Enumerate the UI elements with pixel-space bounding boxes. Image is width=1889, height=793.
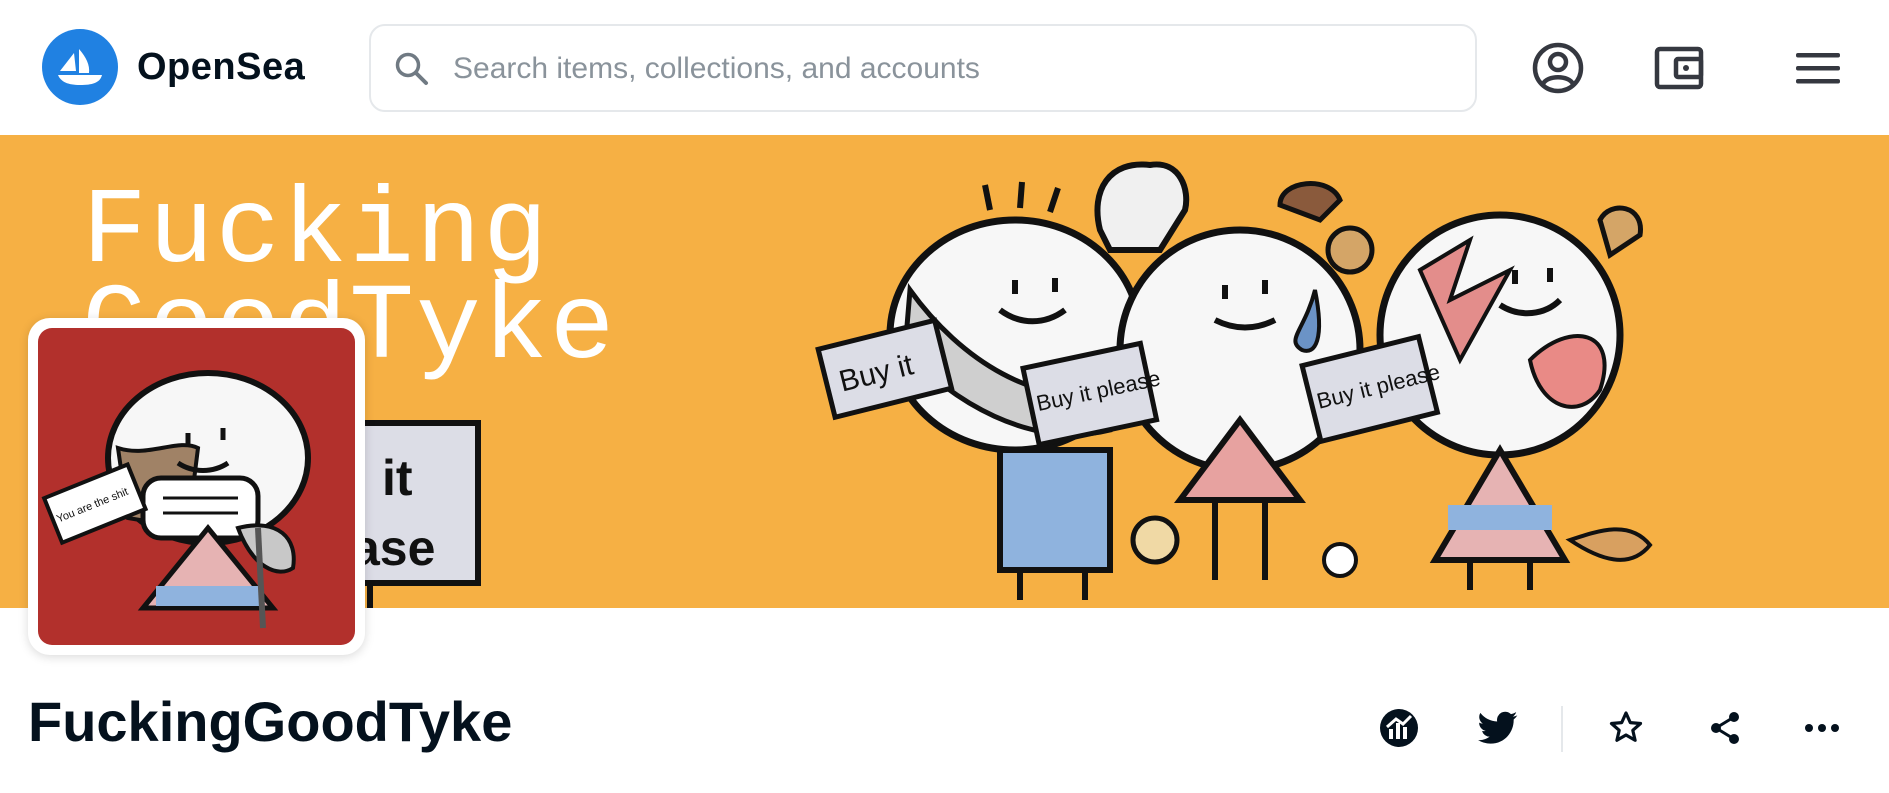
account-icon [1532, 42, 1584, 94]
account-button[interactable] [1528, 38, 1588, 98]
stats-button[interactable] [1371, 700, 1427, 756]
brand-name: OpenSea [137, 45, 306, 88]
menu-icon [1796, 53, 1840, 84]
more-icon [1805, 724, 1839, 732]
avatar-image: You are the shit [38, 328, 355, 645]
share-icon [1711, 712, 1739, 744]
avatar-sign: You are the shit [41, 461, 149, 546]
banner-characters-illustration: Buy it Buy it please Buy it please [815, 161, 1653, 600]
top-navbar: OpenSea [0, 0, 1889, 133]
search-bar[interactable] [369, 24, 1477, 112]
partial-sign-text-1: it [382, 450, 413, 506]
more-options-button[interactable] [1794, 700, 1850, 756]
actions-divider [1561, 706, 1563, 752]
stats-icon [1380, 709, 1418, 747]
wallet-icon [1654, 46, 1704, 90]
menu-button[interactable] [1788, 38, 1848, 98]
opensea-logo[interactable]: OpenSea [42, 29, 305, 105]
avatar-character-illustration: You are the shit [41, 370, 311, 629]
opensea-boat-icon [42, 29, 118, 105]
wallet-button[interactable] [1649, 38, 1709, 98]
collection-name: FuckingGoodTyke [28, 690, 513, 753]
banner-title-line1: Fucking [82, 172, 550, 294]
twitter-icon [1478, 711, 1518, 744]
watchlist-button[interactable] [1598, 700, 1654, 756]
twitter-button[interactable] [1470, 700, 1526, 756]
star-icon [1609, 711, 1643, 742]
collection-avatar[interactable]: You are the shit [28, 318, 365, 655]
search-icon [395, 52, 428, 85]
search-input[interactable] [451, 26, 1455, 112]
share-button[interactable] [1697, 700, 1753, 756]
